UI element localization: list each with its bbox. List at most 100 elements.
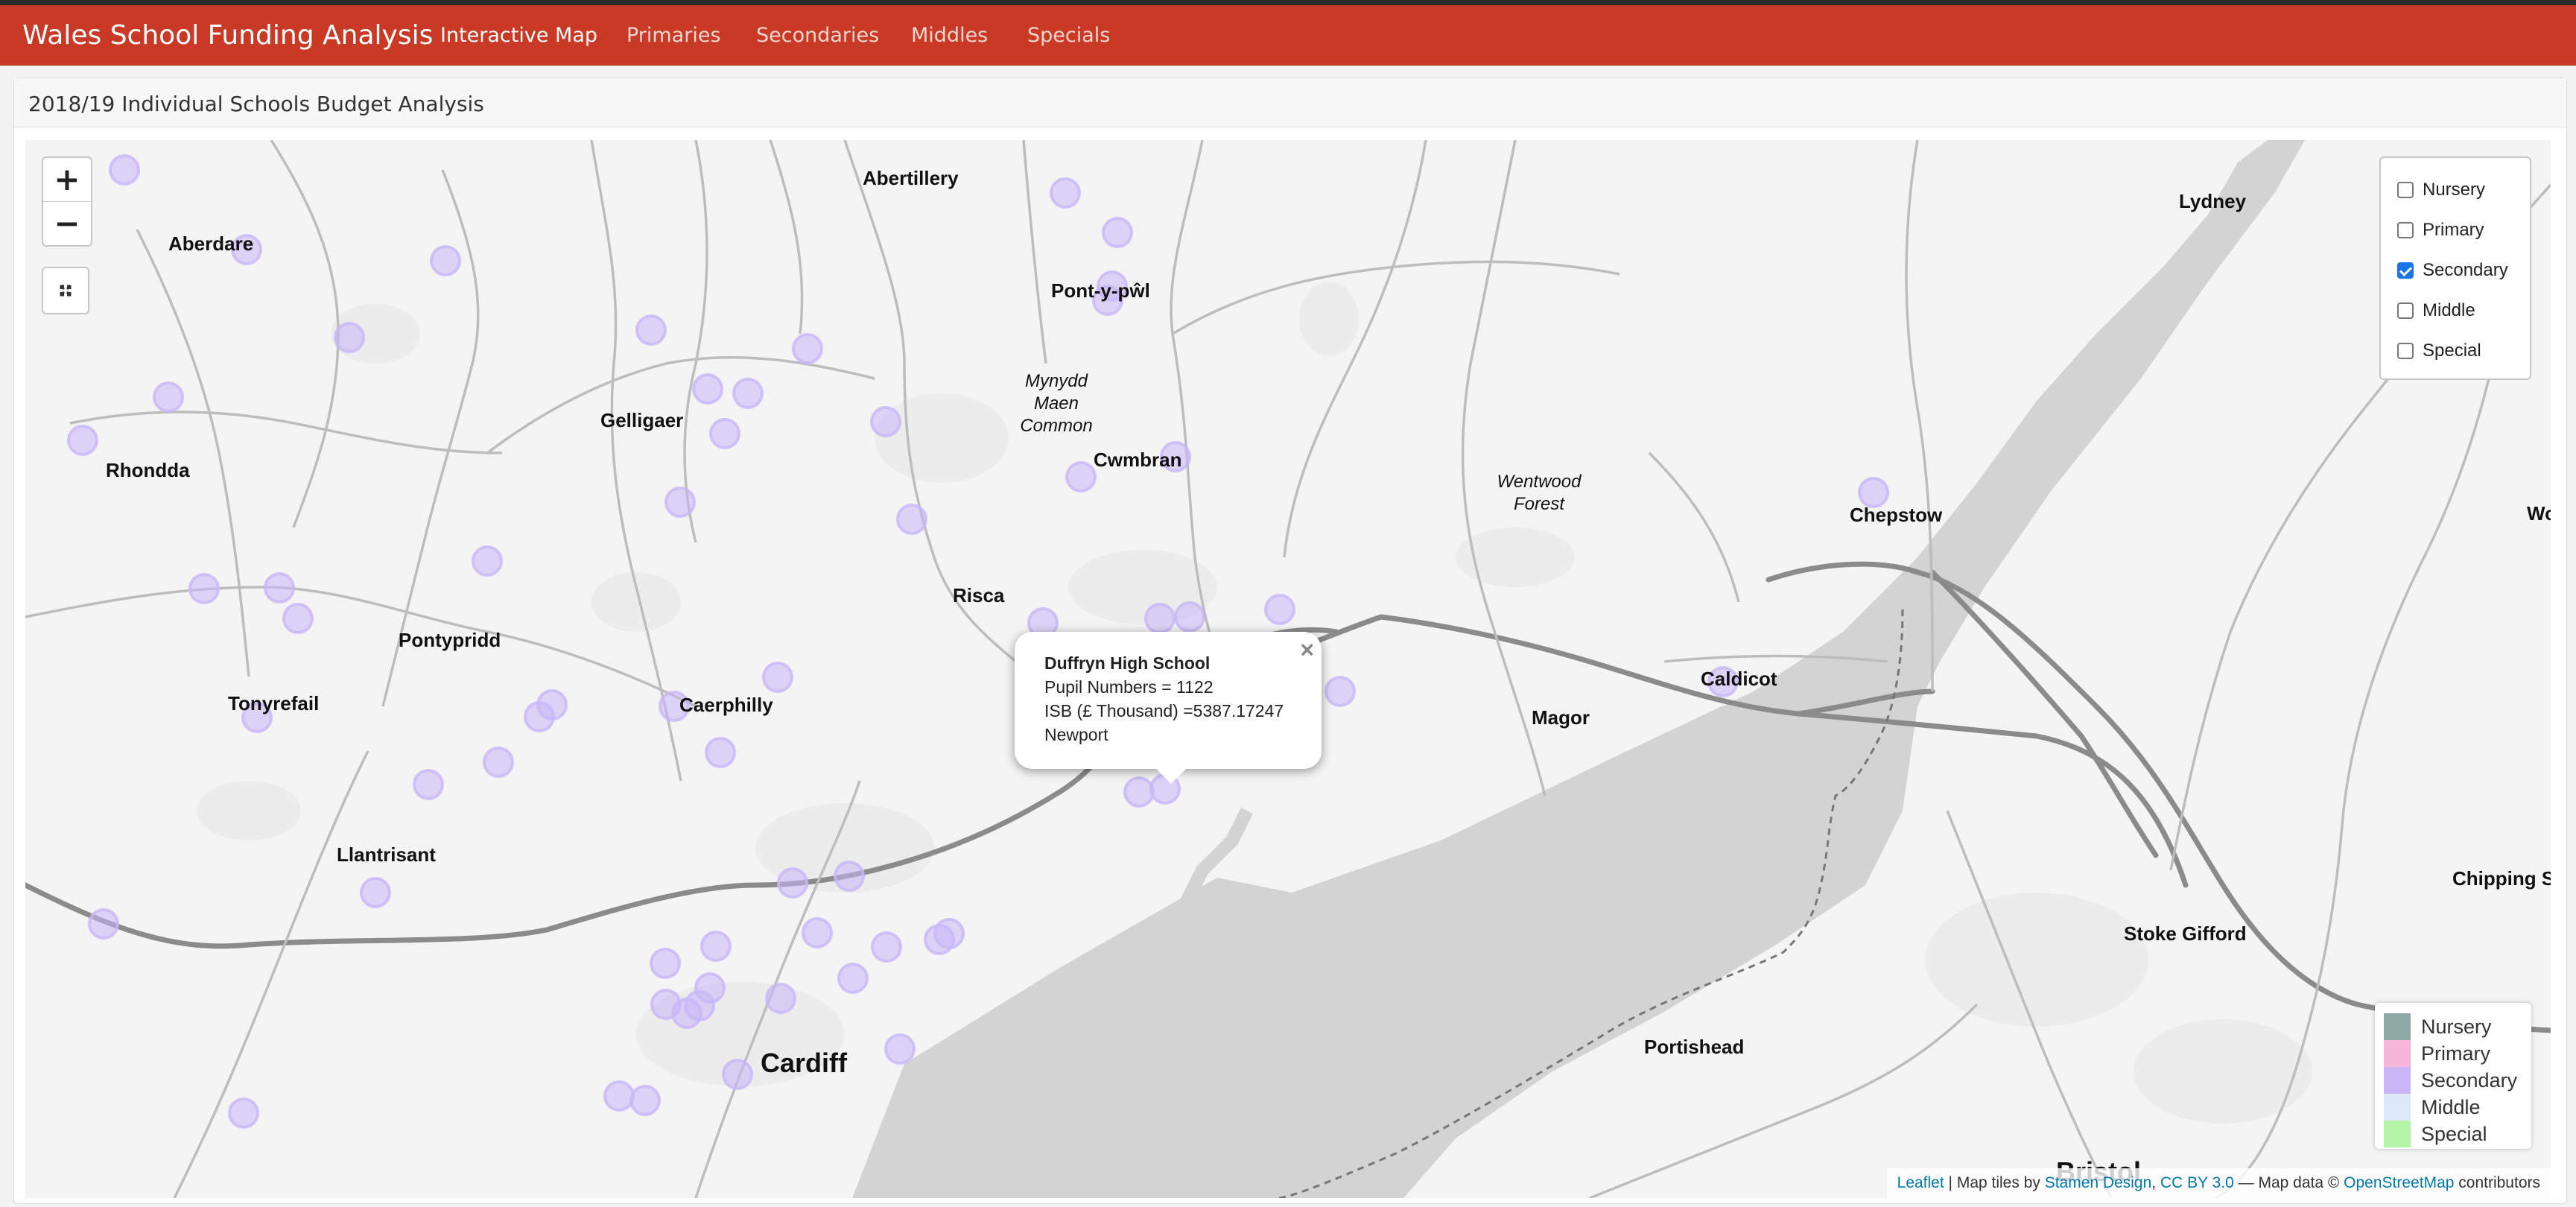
school-marker bbox=[430, 245, 461, 276]
legend-swatch bbox=[2384, 1013, 2411, 1040]
nursery-checkbox[interactable] bbox=[2397, 182, 2414, 198]
license-link[interactable]: CC BY 3.0 bbox=[2160, 1174, 2234, 1191]
stamen-link[interactable]: Stamen Design bbox=[2045, 1174, 2152, 1191]
school-marker bbox=[1325, 676, 1356, 707]
place-label: Pont-y-pŵl bbox=[1051, 279, 1150, 302]
layer-middle[interactable]: Middle bbox=[2381, 291, 2530, 331]
school-marker bbox=[1144, 603, 1176, 634]
place-label: Portishead bbox=[1644, 1036, 1745, 1058]
place-label: Llantrisant bbox=[337, 843, 436, 866]
place-label: Aberdare bbox=[168, 232, 254, 255]
zoom-in-button[interactable]: + bbox=[43, 158, 91, 201]
school-marker bbox=[834, 861, 865, 892]
layer-label: Secondary bbox=[2423, 260, 2508, 280]
attribution-text: — Map data © bbox=[2233, 1174, 2344, 1191]
school-popup: × Duffryn High School Pupil Numbers = 11… bbox=[1015, 632, 1322, 784]
map-legend: Nursery Primary Secondary Middle Special bbox=[2375, 1003, 2531, 1149]
school-marker bbox=[1174, 601, 1205, 633]
nav-interactive-map[interactable]: Interactive Map bbox=[440, 5, 597, 66]
layer-control: Nursery Primary Secondary Middle Special bbox=[2379, 156, 2531, 380]
legend-swatch bbox=[2384, 1094, 2411, 1121]
layer-primary[interactable]: Primary bbox=[2381, 210, 2530, 250]
primary-checkbox[interactable] bbox=[2397, 222, 2414, 238]
place-label-italic: Wentwood Forest bbox=[1497, 472, 1582, 514]
place-label: Stoke Gifford bbox=[2124, 922, 2247, 945]
map-attribution: Leaflet | Map tiles by Stamen Design, CC… bbox=[1886, 1168, 2551, 1198]
legend-item: Primary bbox=[2375, 1040, 2531, 1067]
school-marker bbox=[684, 990, 715, 1021]
school-marker bbox=[483, 747, 514, 778]
school-marker bbox=[629, 1085, 661, 1116]
zoom-control: + − bbox=[42, 156, 92, 247]
school-marker bbox=[153, 381, 184, 413]
school-marker bbox=[700, 931, 732, 962]
popup-content: Duffryn High School Pupil Numbers = 1122… bbox=[1044, 651, 1284, 747]
layer-special[interactable]: Special bbox=[2381, 331, 2530, 371]
legend-item: Nursery bbox=[2375, 1013, 2531, 1040]
school-marker bbox=[360, 877, 391, 908]
fullscreen-button[interactable] bbox=[42, 267, 89, 314]
school-marker bbox=[67, 425, 98, 456]
attribution-text: , bbox=[2151, 1174, 2160, 1191]
place-label: Lydney bbox=[2179, 190, 2247, 212]
school-marker bbox=[871, 931, 902, 963]
school-marker bbox=[664, 487, 696, 518]
school-marker bbox=[692, 373, 723, 405]
school-marker bbox=[88, 908, 119, 940]
school-marker bbox=[1050, 177, 1081, 209]
special-checkbox[interactable] bbox=[2397, 343, 2414, 359]
nav-middles[interactable]: Middles bbox=[911, 5, 988, 66]
school-marker bbox=[896, 504, 927, 535]
interactive-map[interactable]: Abertillery Aberdare Pont-y-pŵl Lydney G… bbox=[25, 140, 2551, 1198]
layer-secondary[interactable]: Secondary bbox=[2381, 250, 2530, 291]
attribution-text: | Map tiles by bbox=[1944, 1174, 2045, 1191]
panel-title: 2018/19 Individual Schools Budget Analys… bbox=[14, 78, 2566, 127]
layer-label: Nursery bbox=[2423, 180, 2486, 200]
school-marker bbox=[472, 545, 503, 577]
school-marker bbox=[1264, 594, 1295, 625]
school-marker bbox=[732, 378, 764, 409]
school-marker bbox=[933, 918, 965, 949]
leaflet-link[interactable]: Leaflet bbox=[1897, 1174, 1944, 1191]
osm-link[interactable]: OpenStreetMap bbox=[2344, 1174, 2454, 1191]
school-marker bbox=[635, 314, 667, 346]
popup-isb: ISB (£ Thousand) =5387.17247 bbox=[1044, 701, 1284, 720]
school-marker bbox=[188, 573, 220, 604]
popup-area: Newport bbox=[1044, 725, 1108, 744]
legend-swatch bbox=[2384, 1067, 2411, 1094]
legend-label: Nursery bbox=[2421, 1015, 2492, 1038]
nav-specials[interactable]: Specials bbox=[1027, 5, 1110, 66]
brand-title[interactable]: Wales School Funding Analysis bbox=[22, 5, 433, 66]
zoom-out-button[interactable]: − bbox=[43, 201, 91, 245]
fullscreen-icon bbox=[60, 285, 72, 297]
legend-label: Special bbox=[2421, 1122, 2487, 1145]
legend-item: Special bbox=[2375, 1121, 2531, 1147]
popup-close-button[interactable]: × bbox=[1300, 636, 1314, 664]
school-marker bbox=[762, 662, 793, 693]
popup-pupil-numbers: Pupil Numbers = 1122 bbox=[1044, 677, 1214, 697]
place-label: Tonyrefail bbox=[228, 692, 320, 715]
school-marker bbox=[837, 963, 869, 994]
school-marker bbox=[722, 1059, 753, 1090]
school-marker bbox=[709, 418, 740, 449]
nav-primaries[interactable]: Primaries bbox=[626, 5, 721, 66]
place-label: Wo bbox=[2527, 502, 2551, 525]
middle-checkbox[interactable] bbox=[2397, 302, 2414, 319]
place-label: Caerphilly bbox=[679, 694, 773, 716]
place-label: Caldicot bbox=[1701, 668, 1777, 690]
place-label: Abertillery bbox=[863, 167, 959, 189]
secondary-checkbox[interactable] bbox=[2397, 262, 2414, 279]
school-marker bbox=[1858, 477, 1889, 508]
layer-nursery[interactable]: Nursery bbox=[2381, 170, 2530, 210]
place-label: Chepstow bbox=[1850, 504, 1943, 526]
nav-secondaries[interactable]: Secondaries bbox=[756, 5, 879, 66]
legend-swatch bbox=[2384, 1121, 2411, 1147]
place-label: Cwmbran bbox=[1094, 449, 1182, 471]
layer-label: Special bbox=[2423, 340, 2481, 361]
legend-label: Secondary bbox=[2421, 1068, 2518, 1092]
legend-item: Middle bbox=[2375, 1094, 2531, 1121]
school-marker bbox=[650, 948, 681, 979]
school-marker bbox=[603, 1080, 635, 1112]
school-marker bbox=[777, 867, 808, 899]
school-marker bbox=[334, 322, 365, 353]
